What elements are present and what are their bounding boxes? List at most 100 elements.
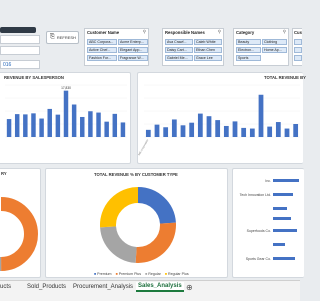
data-label: 17,830 — [61, 86, 71, 90]
bar — [258, 94, 264, 137]
slicer-item[interactable]: Gabriel Me... — [165, 55, 193, 61]
header-bar — [0, 27, 36, 33]
slicer-title: Custome — [294, 30, 302, 35]
bar — [267, 126, 273, 137]
slicer-item[interactable]: Fragrance W... — [118, 55, 148, 61]
bar — [273, 193, 293, 196]
donut-slice — [100, 187, 139, 228]
slicer-item[interactable] — [294, 55, 302, 61]
slicer-item[interactable]: Ethan Chen — [194, 47, 222, 53]
bar — [275, 122, 281, 137]
slicer-title: Responsible Names — [165, 30, 205, 35]
left-donut-card[interactable]: RY — [0, 168, 41, 278]
bar — [14, 114, 20, 137]
date-field[interactable]: 016 — [0, 60, 40, 69]
bar — [223, 125, 229, 137]
bar — [293, 124, 299, 137]
bar — [273, 257, 295, 260]
donut-slice — [137, 187, 176, 225]
legend-item: ■ Regular Plus — [164, 272, 189, 276]
bar-label: Superfoods Co. — [247, 229, 271, 233]
slicer-title: Category — [236, 30, 255, 35]
bar — [273, 207, 287, 210]
left-donut-chart — [0, 197, 38, 271]
bar — [145, 129, 151, 137]
slicer-item[interactable]: Clothing — [262, 39, 287, 45]
refresh-button[interactable]: ⎘ REFRESH — [46, 31, 79, 44]
slicer-item[interactable] — [294, 39, 302, 45]
bar — [206, 116, 212, 137]
filter-input-1[interactable] — [0, 35, 40, 44]
filter-icon[interactable]: ⚲ — [283, 29, 286, 35]
slicer-responsible-names[interactable]: Responsible Names ⚲ Ava Crawf... Caleb W… — [162, 28, 224, 66]
bar — [6, 119, 12, 137]
slicer-item[interactable]: Electron... — [236, 47, 261, 53]
bar — [88, 111, 93, 137]
sheet-tab-bar: ucts Sold_Products Procurement_Analysis … — [0, 280, 300, 301]
bar — [23, 114, 28, 137]
slicer-title: Customer Name — [87, 30, 120, 35]
bar — [31, 113, 36, 137]
bar — [80, 116, 85, 137]
bar — [104, 121, 109, 137]
bar — [63, 90, 69, 137]
salesperson-bar-chart: 17,830 — [5, 84, 127, 138]
slicer-item[interactable]: Active Chef... — [87, 47, 117, 53]
slicer-item[interactable] — [294, 47, 302, 53]
donut-legend: ■ Premium ■ Premium Plus ■ Regular ■ Reg… — [94, 272, 194, 278]
slicer-item[interactable]: Caleb White — [194, 39, 222, 45]
slicer-item[interactable]: Acme Enterp... — [118, 39, 148, 45]
product-bar-chart: ABC Corporation — [138, 84, 300, 156]
customer-type-donut — [100, 187, 176, 263]
refresh-label: REFRESH — [56, 35, 76, 40]
donut-slice — [135, 222, 176, 263]
bar-label: Tech Innovation Ltd. — [240, 193, 271, 197]
sheet-tab-products[interactable]: ucts — [0, 284, 11, 290]
bar — [163, 127, 169, 137]
slicer-item[interactable]: Beauty — [236, 39, 261, 45]
bar — [96, 112, 101, 137]
sheet-tab-sold-products[interactable]: Sold_Products — [27, 284, 66, 290]
slicer-item[interactable]: Sports — [236, 55, 261, 61]
legend-item: ■ Premium Plus — [115, 272, 142, 276]
refresh-icon: ⎘ — [50, 34, 55, 40]
bar — [120, 122, 126, 137]
right-horizontal-bar-chart: Inc. Tech Innovation Ltd. Superfoods Co.… — [240, 179, 299, 261]
bar — [189, 122, 195, 137]
slicer-item[interactable]: Fashion For... — [87, 55, 117, 61]
bar — [112, 113, 118, 137]
slicer-customer-type[interactable]: Custome — [292, 28, 302, 66]
filter-icon[interactable]: ⚲ — [218, 29, 221, 35]
bar — [273, 217, 291, 220]
bar — [47, 108, 52, 137]
bar — [273, 243, 285, 246]
sheet-tab-procurement-analysis[interactable]: Procurement_Analysis — [73, 284, 133, 290]
add-sheet-icon[interactable]: ⊕ — [186, 283, 193, 292]
bar — [171, 119, 177, 137]
slicer-customer-name[interactable]: Customer Name ⚲ ABC Corpora... Acme Ente… — [84, 28, 149, 66]
slicer-item[interactable]: Grace Lee — [194, 55, 222, 61]
bar — [180, 125, 186, 137]
filter-icon[interactable]: ⚲ — [143, 29, 146, 35]
slicer-item[interactable]: Elegant App... — [118, 47, 148, 53]
slicer-item[interactable]: Ava Crawf... — [165, 39, 193, 45]
bar — [71, 104, 77, 137]
bar — [249, 128, 255, 137]
sheet-tab-sales-analysis[interactable]: Sales_Analysis — [136, 282, 184, 292]
slicer-category[interactable]: Category ⚲ Beauty Clothing Electron... H… — [233, 28, 289, 66]
legend-item: ■ Premium — [94, 272, 112, 276]
salesperson-chart-card[interactable]: REVENUE BY SALESPERSON 17,830 — [0, 72, 131, 164]
bar — [215, 120, 221, 137]
bar — [232, 121, 238, 137]
tick-label: ABC Corporation — [138, 138, 150, 156]
product-chart-card[interactable]: TOTAL REVENUE BY ABC Corporation — [137, 72, 306, 164]
bar-label: Inc. — [265, 179, 271, 183]
filter-input-2[interactable] — [0, 46, 40, 55]
bar — [154, 124, 160, 137]
slicer-item[interactable]: Daisy Cart... — [165, 47, 193, 53]
donut-slice — [100, 225, 138, 263]
right-bars-card[interactable]: Inc. Tech Innovation Ltd. Superfoods Co.… — [232, 168, 304, 278]
slicer-item[interactable]: Home Ap... — [262, 47, 287, 53]
slicer-item[interactable]: ABC Corpora... — [87, 39, 117, 45]
customer-type-card[interactable]: TOTAL REVENUE % BY CUSTOMER TYPE ■ Premi… — [45, 168, 228, 278]
